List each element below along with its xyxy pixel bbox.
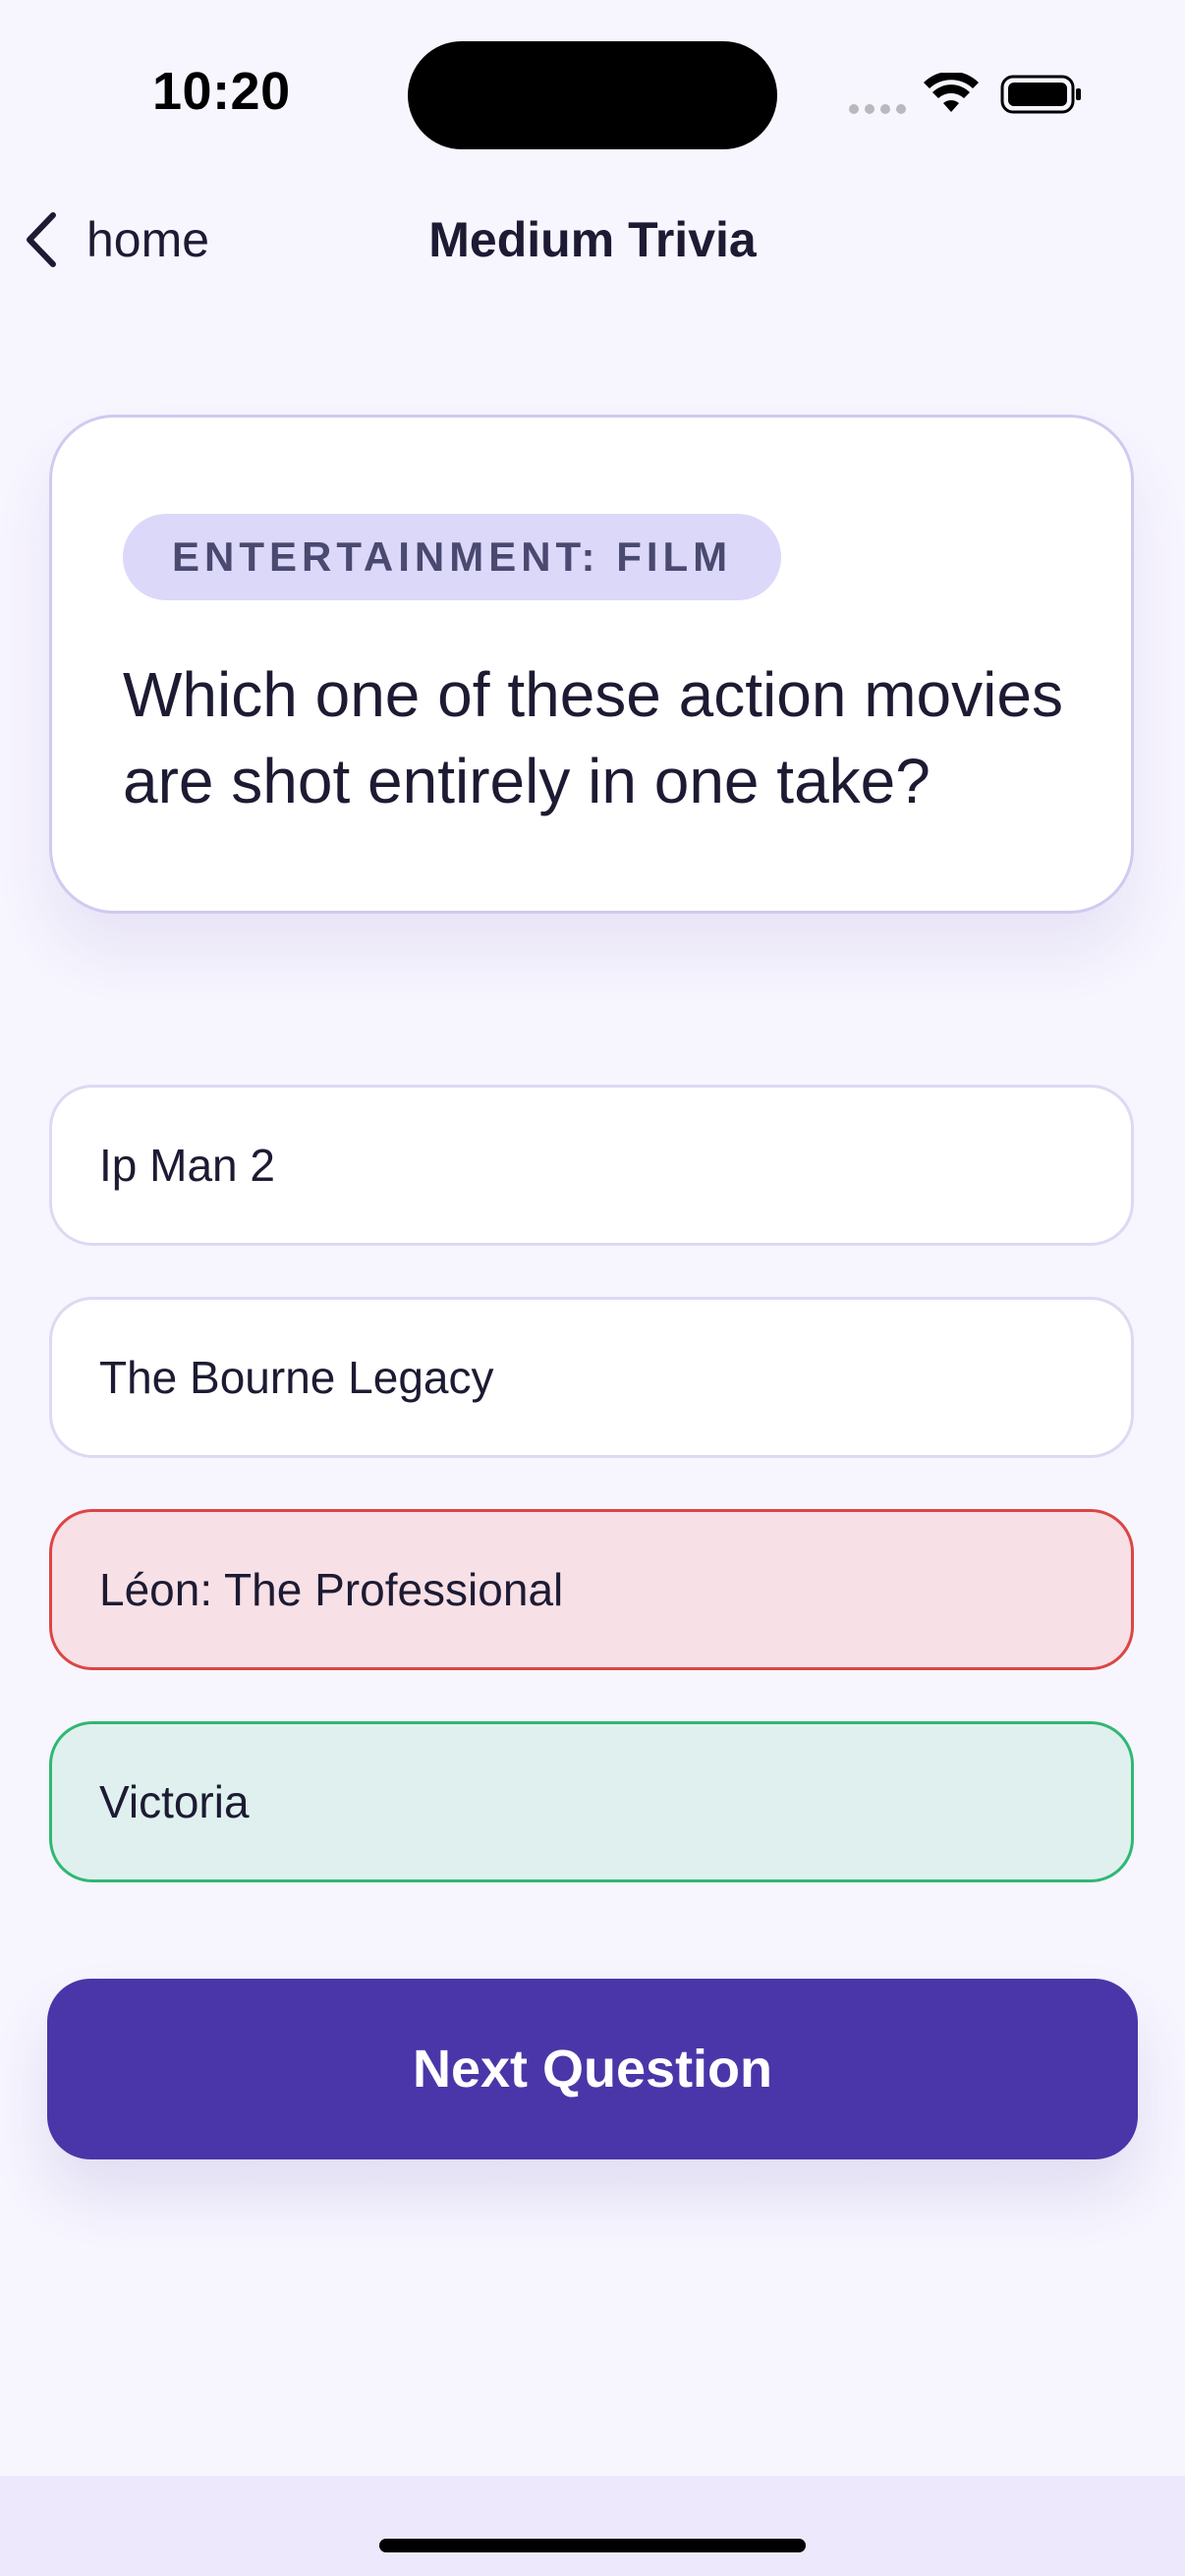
category-badge: ENTERTAINMENT: FILM <box>123 514 782 600</box>
answer-option-3-wrong[interactable]: Léon: The Professional <box>49 1509 1134 1670</box>
signal-dots-icon <box>849 104 906 114</box>
question-text: Which one of these action movies are sho… <box>123 659 1063 816</box>
answer-option-1[interactable]: Ip Man 2 <box>49 1085 1134 1246</box>
status-bar: 10:20 <box>0 0 1185 187</box>
next-question-button[interactable]: Next Question <box>47 1979 1138 2159</box>
chevron-left-icon <box>27 212 56 267</box>
home-indicator[interactable] <box>379 2539 806 2552</box>
battery-icon <box>1000 75 1081 114</box>
bottom-bar <box>0 2476 1185 2576</box>
navigation-bar: home Medium Trivia <box>0 187 1185 295</box>
back-button-label: home <box>86 212 210 267</box>
back-button[interactable]: home <box>22 200 209 279</box>
dynamic-island <box>408 41 777 149</box>
answer-option-4-correct[interactable]: Victoria <box>49 1721 1134 1882</box>
status-time: 10:20 <box>152 62 291 121</box>
question-card: ENTERTAINMENT: FILM Which one of these a… <box>49 415 1134 914</box>
wifi-icon <box>924 73 979 112</box>
answer-option-2[interactable]: The Bourne Legacy <box>49 1297 1134 1458</box>
